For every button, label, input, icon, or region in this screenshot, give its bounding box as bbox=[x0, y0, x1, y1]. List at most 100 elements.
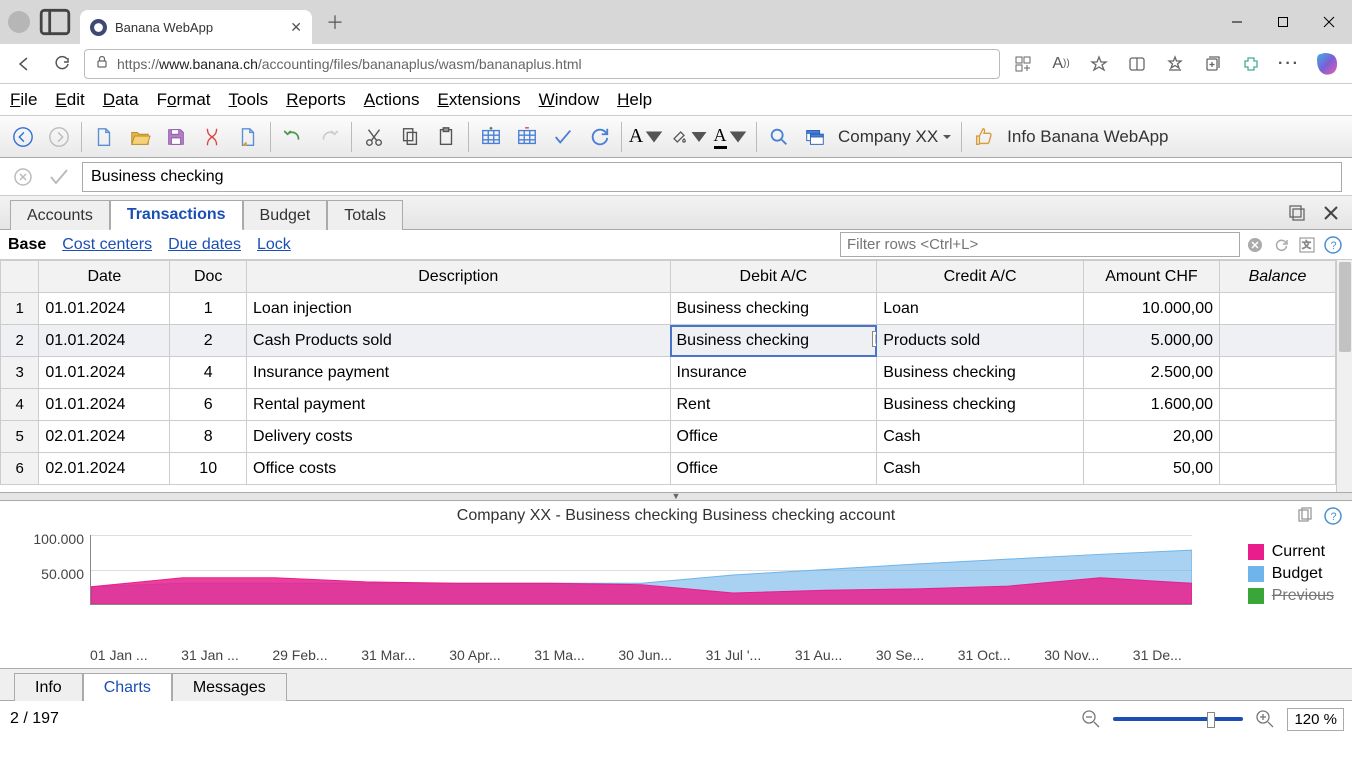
table-row[interactable]: 602.01.202410Office costsOfficeCash50,00 bbox=[1, 453, 1336, 485]
table-cell[interactable]: Office costs bbox=[247, 453, 670, 485]
table-cell[interactable]: 01.01.2024 bbox=[39, 389, 170, 421]
vertical-scrollbar[interactable] bbox=[1336, 260, 1352, 492]
menu-data[interactable]: Data bbox=[103, 90, 139, 110]
table-cell[interactable]: 6 bbox=[1, 453, 39, 485]
bottom-tab-info[interactable]: Info bbox=[14, 673, 83, 701]
refresh-filter-icon[interactable] bbox=[1270, 234, 1292, 256]
split-screen-icon[interactable] bbox=[1120, 48, 1154, 80]
tab-transactions[interactable]: Transactions bbox=[110, 200, 243, 230]
col-header-doc[interactable]: Doc bbox=[170, 261, 247, 293]
windows-button[interactable] bbox=[798, 120, 832, 154]
table-row[interactable]: 301.01.20244Insurance paymentInsuranceBu… bbox=[1, 357, 1336, 389]
table-cell[interactable] bbox=[1220, 293, 1336, 325]
chart-help-icon[interactable]: ? bbox=[1324, 507, 1342, 530]
table-cell[interactable]: 20,00 bbox=[1083, 421, 1219, 453]
favorites-icon[interactable] bbox=[1158, 48, 1192, 80]
table-cell[interactable]: 01.01.2024 bbox=[39, 325, 170, 357]
copy-button[interactable] bbox=[393, 120, 427, 154]
table-cell[interactable]: 2.500,00 bbox=[1083, 357, 1219, 389]
col-header-date[interactable]: Date bbox=[39, 261, 170, 293]
help-icon[interactable]: ? bbox=[1322, 234, 1344, 256]
table-cell[interactable] bbox=[1220, 325, 1336, 357]
table-cell[interactable]: 2 bbox=[170, 325, 247, 357]
col-header-description[interactable]: Description bbox=[247, 261, 670, 293]
menu-reports[interactable]: Reports bbox=[286, 90, 346, 110]
app-icon[interactable] bbox=[1006, 48, 1040, 80]
more-icon[interactable]: ··· bbox=[1272, 48, 1306, 80]
col-header-credit[interactable]: Credit A/C bbox=[877, 261, 1084, 293]
table-cell[interactable]: 1 bbox=[170, 293, 247, 325]
menu-tools[interactable]: Tools bbox=[229, 90, 269, 110]
extensions-icon[interactable] bbox=[1234, 48, 1268, 80]
table-cell[interactable] bbox=[1220, 453, 1336, 485]
table-cell[interactable]: 01.01.2024 bbox=[39, 293, 170, 325]
col-header-balance[interactable]: Balance bbox=[1220, 261, 1336, 293]
table-cell[interactable]: Cash Products sold bbox=[247, 325, 670, 357]
accept-edit-button[interactable] bbox=[46, 164, 72, 190]
table-cell[interactable]: Business checking bbox=[670, 325, 877, 357]
undo-button[interactable] bbox=[276, 120, 310, 154]
cell-dropdown-icon[interactable] bbox=[872, 331, 877, 347]
new-file-button[interactable] bbox=[87, 120, 121, 154]
menu-edit[interactable]: Edit bbox=[55, 90, 84, 110]
table-row[interactable]: 502.01.20248Delivery costsOfficeCash20,0… bbox=[1, 421, 1336, 453]
duplicate-tab-icon[interactable] bbox=[1284, 200, 1310, 226]
nav-back-button[interactable] bbox=[6, 120, 40, 154]
translate-icon[interactable]: 文 bbox=[1296, 234, 1318, 256]
table-cell[interactable]: Business checking bbox=[670, 293, 877, 325]
bottom-tab-messages[interactable]: Messages bbox=[172, 673, 287, 701]
thumbs-up-icon[interactable] bbox=[967, 120, 1001, 154]
redo-button[interactable] bbox=[312, 120, 346, 154]
table-cell[interactable]: 1.600,00 bbox=[1083, 389, 1219, 421]
minimize-button[interactable] bbox=[1214, 0, 1260, 44]
table-cell[interactable]: Insurance payment bbox=[247, 357, 670, 389]
legend-current[interactable]: Current bbox=[1248, 543, 1334, 561]
table-row[interactable]: 201.01.20242Cash Products soldBusiness c… bbox=[1, 325, 1336, 357]
profile-icon[interactable] bbox=[8, 11, 30, 33]
copilot-icon[interactable] bbox=[1310, 48, 1344, 80]
menu-help[interactable]: Help bbox=[617, 90, 652, 110]
table-cell[interactable]: 2 bbox=[1, 325, 39, 357]
insert-row-button[interactable] bbox=[474, 120, 508, 154]
search-button[interactable] bbox=[762, 120, 796, 154]
zoom-level[interactable]: 120 % bbox=[1287, 708, 1344, 731]
tab-totals[interactable]: Totals bbox=[327, 200, 403, 230]
maximize-button[interactable] bbox=[1260, 0, 1306, 44]
table-cell[interactable]: 3 bbox=[1, 357, 39, 389]
table-cell[interactable]: 10.000,00 bbox=[1083, 293, 1219, 325]
table-cell[interactable]: 6 bbox=[170, 389, 247, 421]
table-cell[interactable]: Insurance bbox=[670, 357, 877, 389]
url-field[interactable]: https://www.banana.ch/accounting/files/b… bbox=[84, 49, 1000, 79]
tab-overview-icon[interactable] bbox=[38, 10, 72, 34]
cancel-edit-button[interactable] bbox=[10, 164, 36, 190]
table-cell[interactable]: Delivery costs bbox=[247, 421, 670, 453]
table-cell[interactable]: 01.01.2024 bbox=[39, 357, 170, 389]
menu-file[interactable]: File bbox=[10, 90, 37, 110]
subtab-lock[interactable]: Lock bbox=[257, 236, 291, 254]
save-button[interactable] bbox=[159, 120, 193, 154]
table-cell[interactable]: 1 bbox=[1, 293, 39, 325]
table-cell[interactable]: Office bbox=[670, 421, 877, 453]
table-cell[interactable] bbox=[1220, 389, 1336, 421]
favorite-icon[interactable] bbox=[1082, 48, 1116, 80]
bottom-tab-charts[interactable]: Charts bbox=[83, 673, 172, 701]
cut-button[interactable] bbox=[357, 120, 391, 154]
transactions-table[interactable]: Date Doc Description Debit A/C Credit A/… bbox=[0, 260, 1336, 485]
table-cell[interactable] bbox=[1220, 357, 1336, 389]
chart-plot[interactable] bbox=[90, 535, 1192, 605]
subtab-due-dates[interactable]: Due dates bbox=[168, 236, 241, 254]
menu-actions[interactable]: Actions bbox=[364, 90, 420, 110]
splitter-handle[interactable]: ▼ bbox=[0, 492, 1352, 501]
table-cell[interactable]: 5.000,00 bbox=[1083, 325, 1219, 357]
legend-budget[interactable]: Budget bbox=[1248, 565, 1334, 583]
table-cell[interactable]: Office bbox=[670, 453, 877, 485]
recalc-button[interactable] bbox=[582, 120, 616, 154]
table-cell[interactable]: Loan injection bbox=[247, 293, 670, 325]
zoom-in-button[interactable] bbox=[1251, 705, 1279, 733]
table-cell[interactable]: Products sold bbox=[877, 325, 1084, 357]
text-color-button[interactable]: A bbox=[711, 120, 751, 154]
close-window-button[interactable] bbox=[1306, 0, 1352, 44]
table-cell[interactable]: Loan bbox=[877, 293, 1084, 325]
filter-input[interactable] bbox=[840, 232, 1240, 257]
table-cell[interactable]: 4 bbox=[1, 389, 39, 421]
